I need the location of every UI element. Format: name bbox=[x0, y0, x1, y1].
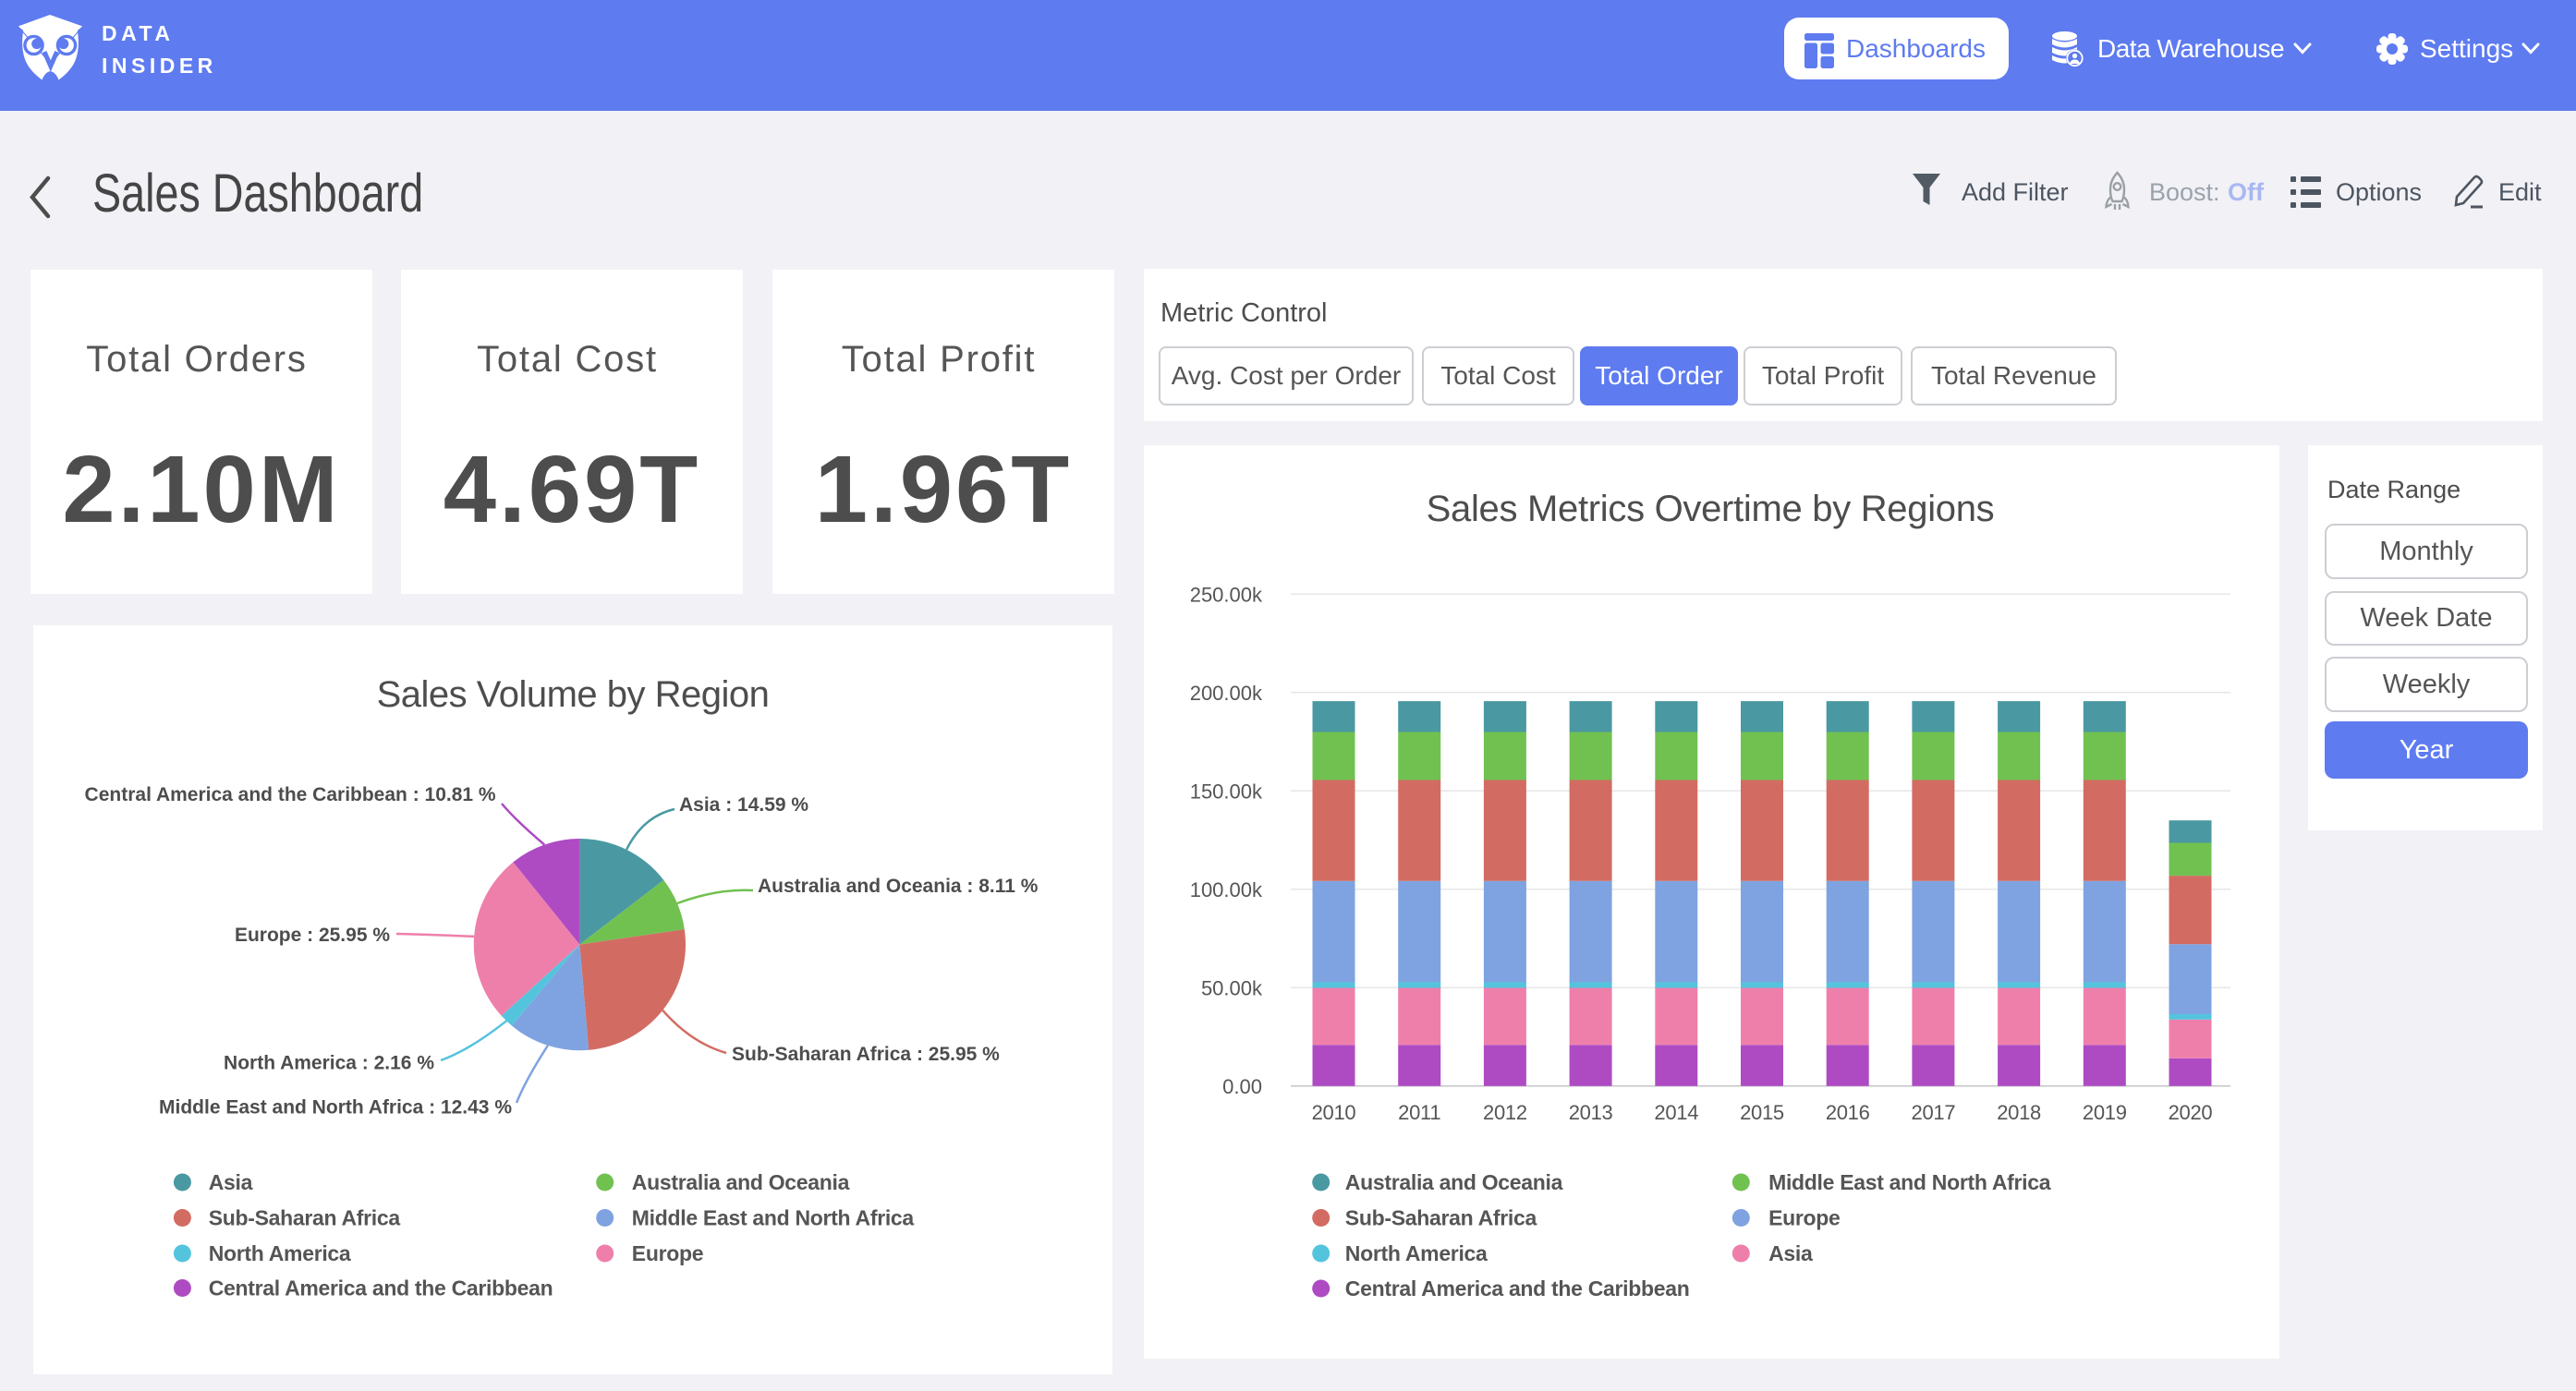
svg-text:Sub-Saharan Africa : 25.95 %: Sub-Saharan Africa : 25.95 % bbox=[732, 1044, 1000, 1065]
svg-text:Europe: Europe bbox=[1768, 1206, 1840, 1230]
svg-text:2015: 2015 bbox=[1740, 1101, 1784, 1124]
svg-text:Asia : 14.59 %: Asia : 14.59 % bbox=[679, 794, 808, 816]
svg-text:0.00: 0.00 bbox=[1222, 1075, 1262, 1098]
svg-text:Australia and Oceania : 8.11 %: Australia and Oceania : 8.11 % bbox=[758, 876, 1039, 897]
svg-text:200.00k: 200.00k bbox=[1190, 682, 1263, 705]
svg-text:2013: 2013 bbox=[1569, 1101, 1613, 1124]
svg-text:North America : 2.16 %: North America : 2.16 % bbox=[224, 1053, 434, 1074]
svg-text:Asia: Asia bbox=[209, 1170, 253, 1194]
svg-text:Sales Volume by Region: Sales Volume by Region bbox=[377, 674, 770, 715]
svg-text:Sales Metrics Overtime by Regi: Sales Metrics Overtime by Regions bbox=[1427, 489, 1995, 529]
svg-text:North America: North America bbox=[209, 1241, 351, 1265]
svg-text:North America: North America bbox=[1345, 1241, 1488, 1265]
svg-text:Central America and the Caribb: Central America and the Caribbean : 10.8… bbox=[85, 784, 496, 805]
svg-text:2011: 2011 bbox=[1398, 1101, 1440, 1124]
svg-text:2018: 2018 bbox=[1997, 1101, 2041, 1124]
svg-text:Australia and Oceania: Australia and Oceania bbox=[632, 1170, 850, 1194]
svg-text:150.00k: 150.00k bbox=[1190, 780, 1263, 803]
svg-text:2017: 2017 bbox=[1912, 1101, 1956, 1124]
svg-text:Australia and Oceania: Australia and Oceania bbox=[1345, 1170, 1563, 1194]
svg-text:2020: 2020 bbox=[2169, 1101, 2213, 1124]
svg-text:Central America and the Caribb: Central America and the Caribbean bbox=[1345, 1276, 1690, 1300]
svg-text:2019: 2019 bbox=[2083, 1101, 2127, 1124]
svg-text:Middle East and North Africa: Middle East and North Africa bbox=[632, 1206, 915, 1230]
svg-text:Europe: Europe bbox=[632, 1241, 703, 1265]
svg-text:2012: 2012 bbox=[1483, 1101, 1527, 1124]
svg-text:Middle East and North Africa: Middle East and North Africa bbox=[1768, 1170, 2051, 1194]
svg-text:Middle East and North Africa :: Middle East and North Africa : 12.43 % bbox=[159, 1097, 512, 1119]
svg-text:Asia: Asia bbox=[1768, 1241, 1813, 1265]
svg-text:Europe : 25.95 %: Europe : 25.95 % bbox=[235, 925, 390, 946]
svg-text:100.00k: 100.00k bbox=[1190, 878, 1263, 901]
svg-text:250.00k: 250.00k bbox=[1190, 583, 1263, 606]
svg-text:Sub-Saharan Africa: Sub-Saharan Africa bbox=[1345, 1206, 1537, 1230]
svg-text:2016: 2016 bbox=[1826, 1101, 1870, 1124]
svg-text:2010: 2010 bbox=[1312, 1101, 1356, 1124]
svg-text:Sub-Saharan Africa: Sub-Saharan Africa bbox=[209, 1206, 401, 1230]
svg-text:50.00k: 50.00k bbox=[1201, 977, 1263, 1000]
svg-text:Central America and the Caribb: Central America and the Caribbean bbox=[209, 1276, 553, 1300]
svg-text:2014: 2014 bbox=[1654, 1101, 1698, 1124]
